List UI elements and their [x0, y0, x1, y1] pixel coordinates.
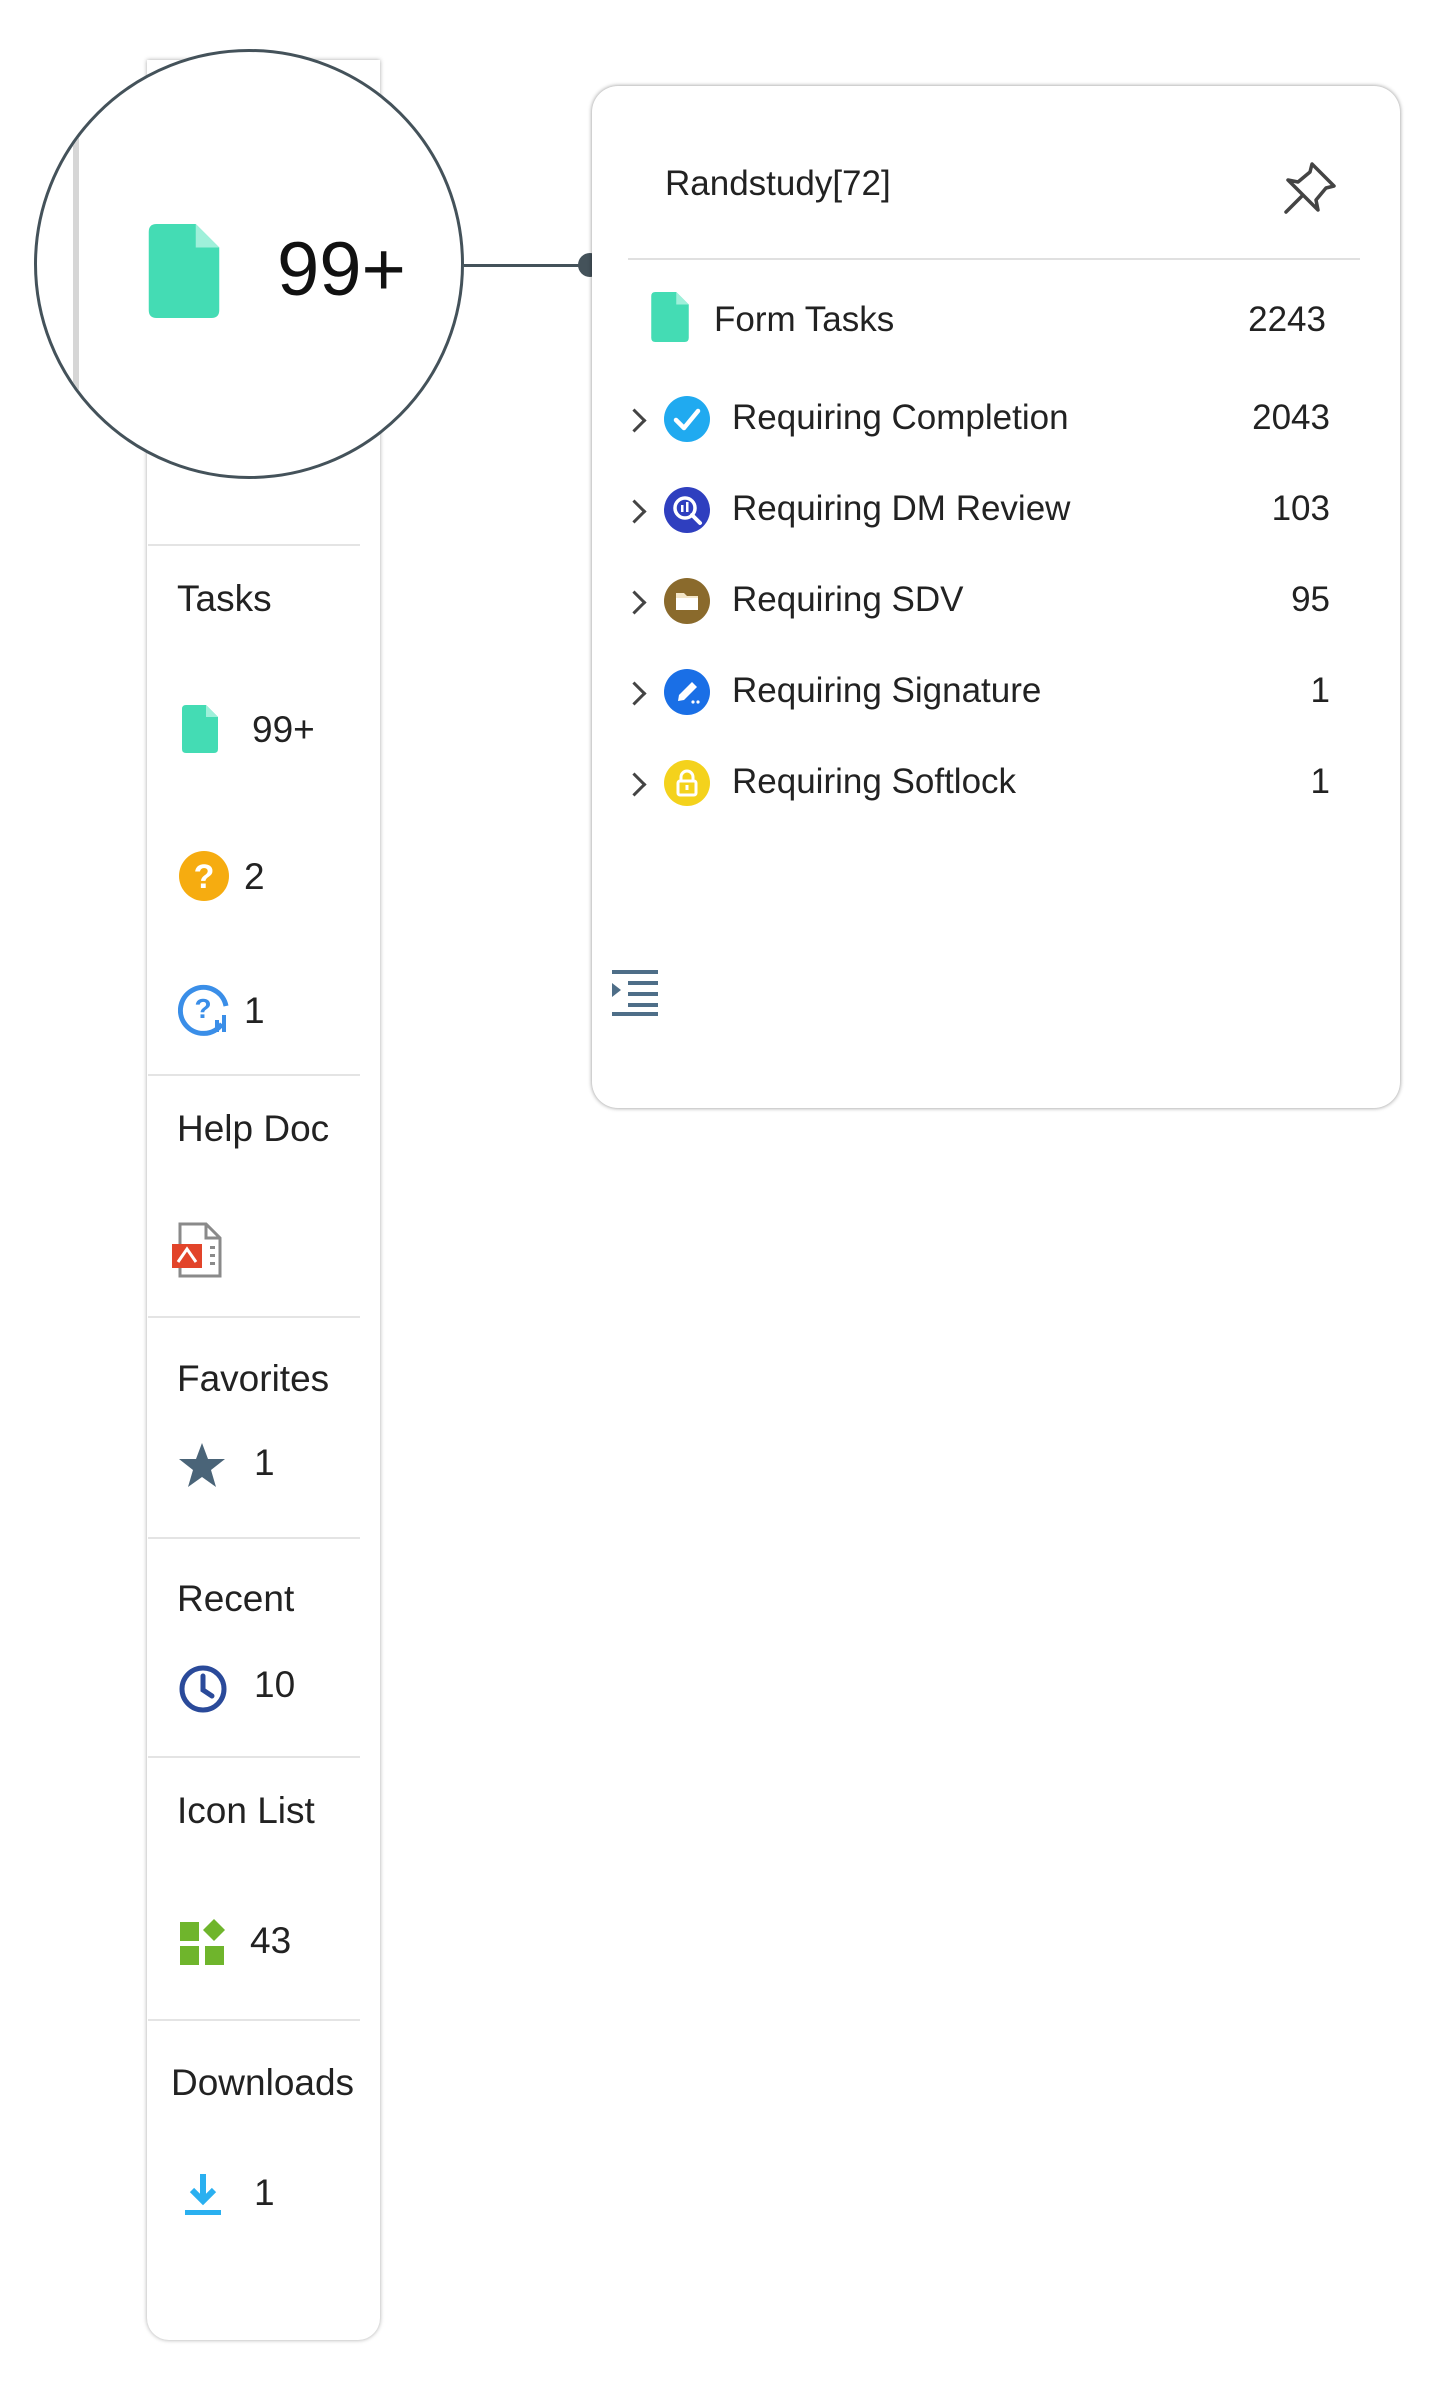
item-count: 103 — [1271, 489, 1330, 528]
popup-header-divider — [628, 258, 1360, 260]
form-tasks-button[interactable]: 99+ — [176, 705, 316, 755]
form-document-icon — [651, 292, 689, 342]
recent-section-title: Recent — [177, 1578, 295, 1619]
queries-count: 2 — [244, 856, 265, 897]
item-label: Requiring Completion — [732, 398, 1069, 437]
item-count: 2043 — [1252, 398, 1330, 437]
dm-queries-count: 1 — [244, 990, 265, 1031]
widgets-icon — [180, 1919, 225, 1965]
chevron-right-icon[interactable] — [622, 590, 647, 615]
magnified-count: 99+ — [277, 227, 406, 312]
pen-icon — [664, 669, 710, 715]
download-icon — [185, 2174, 221, 2215]
sidebar-divider — [148, 1074, 360, 1076]
queries-button[interactable]: ? 2 — [176, 850, 296, 904]
chevron-right-icon[interactable] — [622, 681, 647, 706]
star-icon — [179, 1443, 225, 1487]
review-search-icon — [664, 487, 710, 533]
item-count: 1 — [1310, 762, 1330, 801]
icon-list-section-title: Icon List — [177, 1790, 315, 1831]
folder-icon — [664, 578, 710, 624]
requiring-softlock-row[interactable]: Requiring Softlock 1 — [620, 756, 1340, 810]
item-label: Requiring DM Review — [732, 489, 1071, 528]
sidebar-divider — [148, 544, 360, 546]
study-title: Randstudy[72] — [665, 164, 891, 203]
tasks-section-title: Tasks — [177, 578, 272, 619]
svg-text:?: ? — [194, 858, 215, 896]
help-doc-section-title: Help Doc — [177, 1108, 330, 1149]
check-circle-icon — [664, 396, 710, 442]
question-icon: ? — [179, 851, 229, 901]
downloads-section-title: Downloads — [171, 2062, 355, 2103]
chevron-right-icon[interactable] — [622, 499, 647, 524]
dm-queries-button[interactable]: ? 1 — [176, 982, 296, 1036]
favorites-count: 1 — [254, 1442, 275, 1483]
sidebar-divider — [148, 1756, 360, 1758]
item-label: Requiring Softlock — [732, 762, 1017, 801]
query-analytics-icon: ? — [178, 984, 229, 1036]
requiring-signature-row[interactable]: Requiring Signature 1 — [620, 665, 1340, 719]
chevron-right-icon[interactable] — [622, 772, 647, 797]
icon-list-button[interactable]: 43 — [176, 1916, 316, 1972]
chevron-right-icon[interactable] — [622, 408, 647, 433]
recent-count: 10 — [254, 1664, 296, 1705]
downloads-button[interactable]: 1 — [176, 2168, 296, 2224]
item-label: Requiring SDV — [732, 580, 964, 619]
magnifier-zoom: 99+ — [34, 49, 464, 479]
requiring-sdv-row[interactable]: Requiring SDV 95 — [620, 574, 1340, 628]
form-document-icon — [182, 705, 218, 753]
form-document-icon — [148, 224, 220, 318]
pin-icon[interactable] — [1282, 160, 1338, 216]
sidebar-divider — [148, 1316, 360, 1318]
callout-connector-line — [464, 264, 592, 267]
svg-text:?: ? — [194, 993, 211, 1024]
clock-icon — [179, 1665, 227, 1713]
sidebar-divider — [148, 1537, 360, 1539]
magnified-sidebar-edge — [73, 52, 79, 476]
sidebar-divider — [148, 2019, 360, 2021]
form-tasks-total: 2243 — [1248, 300, 1326, 339]
indent-toggle-icon[interactable] — [610, 968, 660, 1016]
pdf-document-icon[interactable] — [170, 1222, 226, 1280]
requiring-completion-row[interactable]: Requiring Completion 2043 — [620, 392, 1340, 446]
icon-list-count: 43 — [250, 1920, 292, 1961]
requiring-dm-review-row[interactable]: Requiring DM Review 103 — [620, 483, 1340, 537]
form-tasks-count: 99+ — [252, 709, 315, 750]
item-count: 95 — [1291, 580, 1330, 619]
recent-button[interactable]: 10 — [176, 1660, 316, 1716]
favorites-section-title: Favorites — [177, 1358, 330, 1399]
item-count: 1 — [1310, 671, 1330, 710]
form-tasks-label: Form Tasks — [714, 300, 895, 339]
form-tasks-row[interactable]: Form Tasks 2243 — [648, 292, 1338, 346]
downloads-count: 1 — [254, 2172, 275, 2213]
lock-icon — [664, 760, 710, 806]
item-label: Requiring Signature — [732, 671, 1042, 710]
favorites-button[interactable]: 1 — [176, 1438, 296, 1494]
